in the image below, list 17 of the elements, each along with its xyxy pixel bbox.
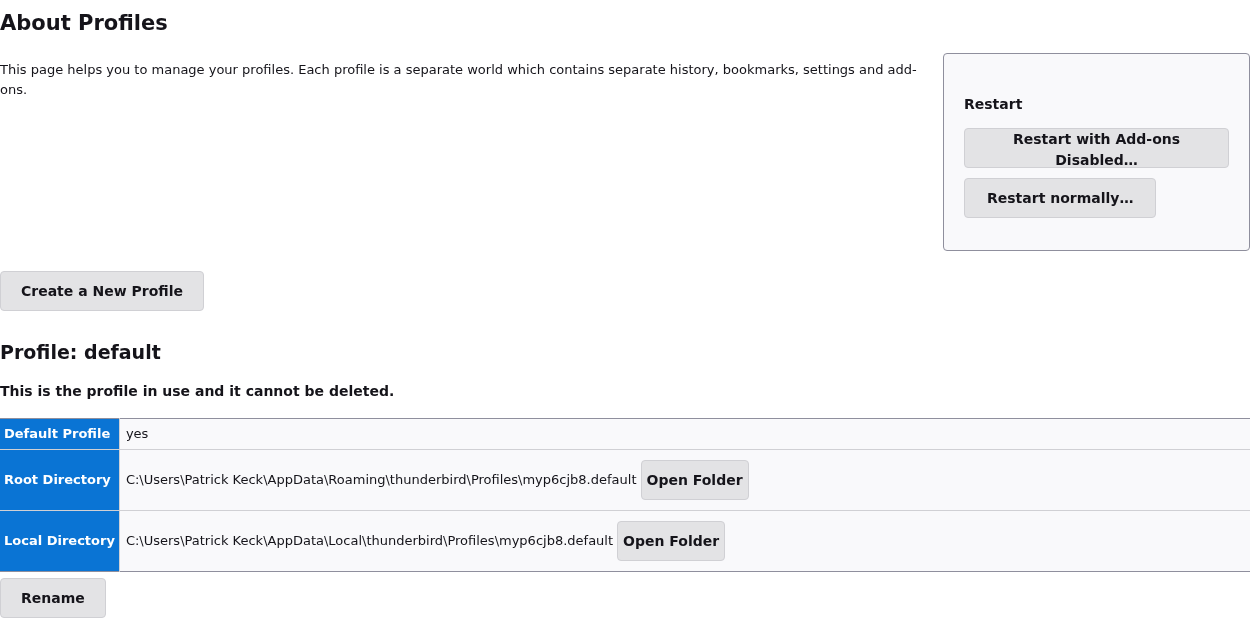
open-folder-button[interactable]: Open Folder bbox=[640, 460, 749, 500]
row-label: Default Profile bbox=[0, 418, 120, 450]
profile-note: This is the profile in use and it cannot be deleted. bbox=[0, 382, 396, 401]
restart-button[interactable]: Restart normally… bbox=[964, 178, 1157, 218]
restart-button[interactable]: Restart with Add-ons Disabled… bbox=[964, 128, 1229, 168]
restart-heading: Restart bbox=[964, 95, 1023, 114]
row-label: Local Directory bbox=[0, 510, 120, 572]
intro-paragraph: This page helps you to manage your profiles. Each profile is a separate world which contains separate history, bookmarks, settings and add-ons. bbox=[0, 61, 918, 99]
page-title: About Profiles bbox=[0, 10, 169, 37]
row-value: C:\Users\Patrick Keck\AppData\Local\thunderbird\Profiles\myp6cjb8.default bbox=[125, 532, 614, 551]
rename-button[interactable]: Rename bbox=[0, 578, 106, 618]
row-value: C:\Users\Patrick Keck\AppData\Roaming\thunderbird\Profiles\myp6cjb8.default bbox=[125, 471, 637, 490]
create-profile-button[interactable]: Create a New Profile bbox=[0, 271, 204, 311]
row-value: yes bbox=[125, 425, 149, 444]
row-label: Root Directory bbox=[0, 449, 120, 511]
profile-heading: Profile: default bbox=[0, 340, 162, 365]
open-folder-button[interactable]: Open Folder bbox=[617, 521, 726, 561]
